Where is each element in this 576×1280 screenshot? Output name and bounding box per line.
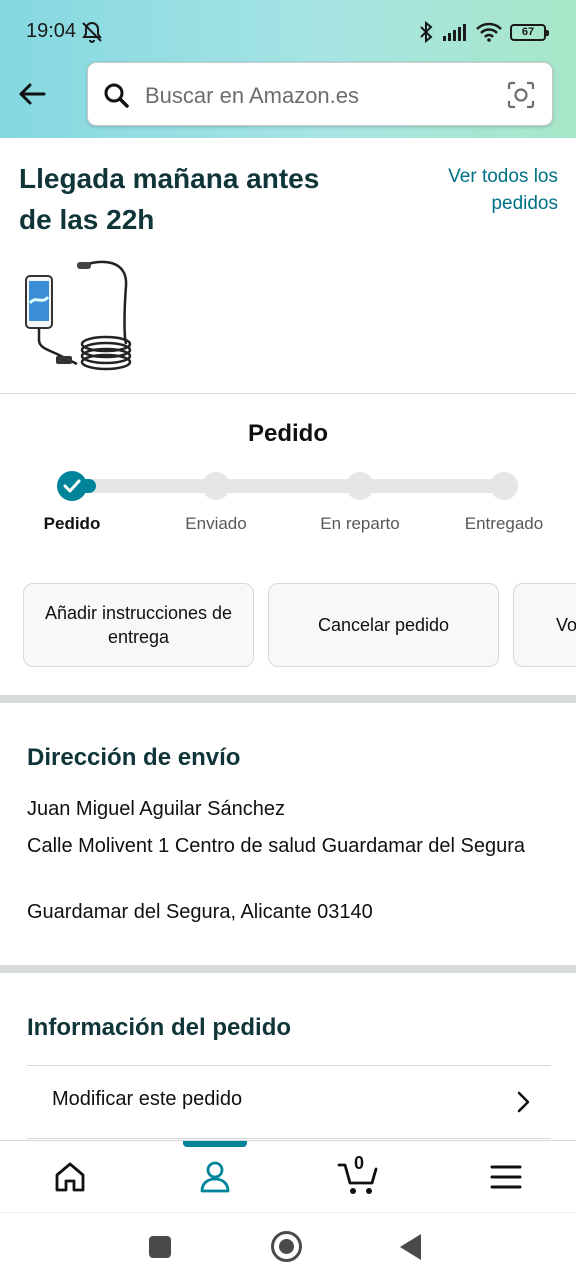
progress-track bbox=[72, 479, 504, 493]
progress-title: Pedido bbox=[247, 420, 328, 447]
battery-icon: 67 bbox=[510, 23, 549, 41]
status-time: 19:04 bbox=[26, 20, 77, 42]
step-dot-out-for-delivery bbox=[346, 472, 374, 500]
system-nav-bar bbox=[0, 1212, 576, 1280]
step-label-ordered: Pedido bbox=[43, 514, 101, 533]
cancel-order-button[interactable]: Cancelar pedido bbox=[268, 583, 499, 667]
product-image[interactable] bbox=[22, 258, 136, 376]
step-label-out-for-delivery: En reparto bbox=[320, 514, 400, 533]
more-actions-button[interactable]: Vo bbox=[513, 583, 576, 667]
bluetooth-icon bbox=[420, 21, 433, 43]
arrival-title: Llegada mañana antes de las 22h bbox=[19, 163, 320, 235]
search-icon bbox=[104, 83, 129, 108]
cancel-order-label: Cancelar pedido bbox=[317, 615, 450, 635]
step-dot-shipped bbox=[202, 472, 230, 500]
chevron-right-icon bbox=[517, 1091, 530, 1113]
check-icon bbox=[63, 479, 81, 493]
wifi-icon bbox=[476, 22, 502, 42]
add-delivery-instructions-label: Añadir instrucciones de entrega bbox=[44, 603, 233, 647]
step-dot-delivered bbox=[490, 472, 518, 500]
notifications-muted-icon bbox=[82, 21, 102, 43]
system-home-icon[interactable] bbox=[271, 1231, 302, 1262]
active-tab-indicator bbox=[183, 1141, 247, 1147]
cart-button[interactable]: 0 bbox=[337, 1153, 381, 1199]
step-label-shipped: Enviado bbox=[185, 514, 247, 533]
status-icons: 67 bbox=[418, 20, 549, 44]
modify-order-row[interactable]: Modificar este pedido bbox=[27, 1066, 551, 1138]
modify-order-label: Modificar este pedido bbox=[52, 1088, 243, 1110]
divider bbox=[0, 393, 576, 394]
header: 19:04 67 Buscar en Amazon.es bbox=[0, 0, 576, 138]
shipping-city: Guardamar del Segura, Alicante 03140 bbox=[27, 901, 373, 923]
signal-icon bbox=[443, 24, 466, 41]
section-separator bbox=[0, 965, 576, 973]
shipping-title: Dirección de envío bbox=[27, 744, 241, 771]
see-all-orders-link[interactable]: Ver todos los pedidos bbox=[398, 163, 558, 217]
section-separator bbox=[0, 695, 576, 703]
recents-icon[interactable] bbox=[149, 1236, 171, 1258]
step-dot-ordered bbox=[57, 471, 87, 501]
back-arrow-icon[interactable] bbox=[16, 78, 48, 110]
shipping-street: Calle Molivent 1 Centro de salud Guardam… bbox=[27, 835, 526, 857]
cart-count: 0 bbox=[354, 1153, 365, 1173]
order-info-title: Información del pedido bbox=[27, 1014, 292, 1041]
system-back-icon[interactable] bbox=[400, 1234, 421, 1260]
divider bbox=[27, 1138, 551, 1139]
menu-icon[interactable] bbox=[484, 1155, 528, 1199]
account-icon[interactable] bbox=[193, 1155, 237, 1199]
more-actions-label: Vo bbox=[556, 615, 576, 635]
add-delivery-instructions-button[interactable]: Añadir instrucciones de entrega bbox=[23, 583, 254, 667]
camera-search-icon[interactable] bbox=[506, 80, 536, 110]
status-bar: 19:04 67 bbox=[0, 0, 576, 64]
step-label-delivered: Entregado bbox=[464, 514, 544, 533]
search-placeholder: Buscar en Amazon.es bbox=[145, 83, 360, 108]
bottom-nav: 0 bbox=[0, 1140, 576, 1212]
home-icon[interactable] bbox=[48, 1155, 92, 1199]
search-input[interactable]: Buscar en Amazon.es bbox=[87, 62, 553, 126]
shipping-name: Juan Miguel Aguilar Sánchez bbox=[27, 798, 285, 820]
